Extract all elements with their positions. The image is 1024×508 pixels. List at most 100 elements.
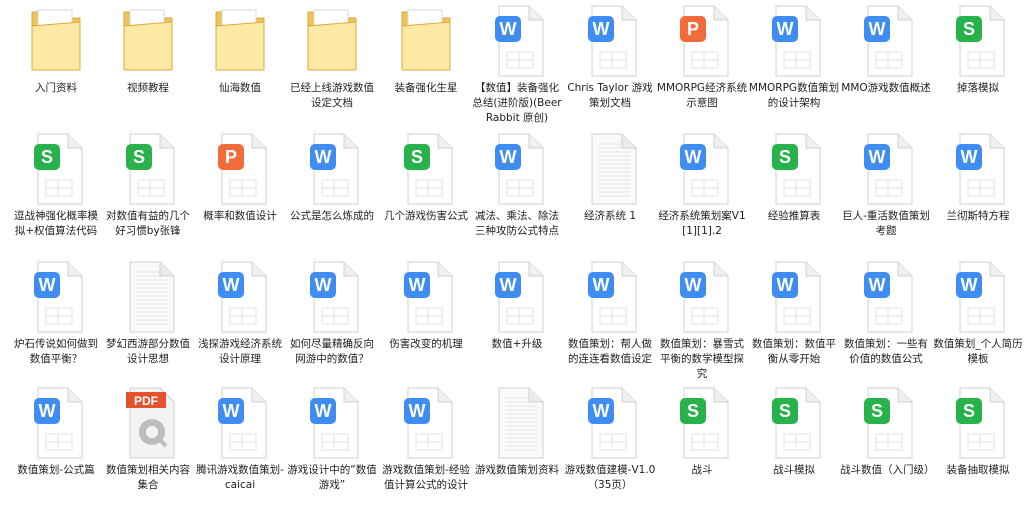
- file-item[interactable]: 入门资料: [10, 2, 102, 126]
- file-name: 公式是怎么炼成的: [290, 210, 374, 222]
- file-name: 炉石传说如何做到数值平衡？: [14, 338, 98, 365]
- file-item[interactable]: 装备强化生星: [380, 2, 472, 126]
- file-item[interactable]: 仙海数值: [194, 2, 286, 126]
- word-doc-icon: W: [392, 258, 460, 334]
- file-name: 逗战神强化概率模拟+权值算法代码: [14, 210, 98, 237]
- svg-text:W: W: [685, 275, 702, 295]
- spreadsheet-icon: S: [760, 130, 828, 206]
- file-name: 数值策划：数值平衡从零开始: [752, 338, 836, 365]
- word-doc-icon: W: [668, 130, 736, 206]
- word-doc-icon: W: [852, 130, 920, 206]
- file-name: 兰彻斯特方程: [946, 210, 1010, 222]
- file-item[interactable]: W 数值策划_个人简历模板: [932, 258, 1024, 382]
- file-name: Chris Taylor 游戏策划文档: [567, 82, 653, 109]
- word-doc-icon: W: [298, 258, 366, 334]
- file-item[interactable]: W 经济系统策划案V1[1][1].2: [656, 130, 748, 254]
- file-name: 数值策划_个人简历模板: [933, 338, 1023, 365]
- spreadsheet-icon: S: [760, 384, 828, 460]
- file-item[interactable]: W 数值策划：一些有价值的数值公式: [840, 258, 932, 382]
- file-item[interactable]: 游戏数值策划资料: [471, 384, 563, 508]
- file-item[interactable]: W 公式是怎么炼成的: [286, 130, 378, 254]
- svg-text:W: W: [777, 275, 794, 295]
- word-doc-icon: W: [206, 384, 274, 460]
- file-item[interactable]: W 炉石传说如何做到数值平衡？: [10, 258, 102, 382]
- file-name: 游戏数值策划-经验值计算公式的设计: [382, 464, 470, 491]
- word-doc-icon: W: [483, 258, 551, 334]
- svg-text:W: W: [961, 147, 978, 167]
- file-item[interactable]: S 战斗模拟: [748, 384, 840, 508]
- svg-text:W: W: [315, 401, 332, 421]
- file-item[interactable]: W 腾讯游戏数值策划-caicai: [194, 384, 286, 508]
- file-item[interactable]: W MMO游戏数值概述: [840, 2, 932, 126]
- file-item[interactable]: W 减法、乘法、除法三种攻防公式特点: [471, 130, 563, 254]
- file-item[interactable]: W 数值策划：数值平衡从零开始: [748, 258, 840, 382]
- file-name: 装备抽取模拟: [946, 464, 1010, 476]
- file-item[interactable]: W 数值+升级: [471, 258, 563, 382]
- word-doc-icon: W: [22, 258, 90, 334]
- file-item[interactable]: W 数值策划-公式篇: [10, 384, 102, 508]
- svg-text:W: W: [961, 275, 978, 295]
- file-name: 减法、乘法、除法三种攻防公式特点: [475, 210, 559, 237]
- file-item[interactable]: P MMORPG经济系统示意图: [656, 2, 748, 126]
- file-name: MMO游戏数值概述: [841, 82, 931, 94]
- svg-text:P: P: [687, 19, 699, 39]
- file-name: 数值策划：暴雪式平衡的数学模型探究: [660, 338, 744, 380]
- folder-icon: [392, 2, 460, 78]
- file-name: 装备强化生星: [394, 82, 458, 94]
- file-item[interactable]: PDF 数值策划相关内容集合: [102, 384, 194, 508]
- word-doc-icon: W: [852, 258, 920, 334]
- file-name: 战斗数值（入门级）: [840, 464, 932, 476]
- svg-text:W: W: [500, 19, 517, 39]
- file-name: 梦幻西游部分数值设计思想: [106, 338, 190, 365]
- file-item[interactable]: W Chris Taylor 游戏策划文档: [564, 2, 656, 126]
- file-name: 数值+升级: [491, 338, 543, 350]
- file-item[interactable]: 梦幻西游部分数值设计思想: [102, 258, 194, 382]
- svg-text:W: W: [315, 275, 332, 295]
- file-item[interactable]: W 巨人-重活数值策划考题: [840, 130, 932, 254]
- file-item[interactable]: W 伤害改变的机理: [380, 258, 472, 382]
- file-item[interactable]: W 数值策划：帮人做的连连看数值设定: [564, 258, 656, 382]
- spreadsheet-icon: S: [392, 130, 460, 206]
- file-item[interactable]: W 游戏数值建模-V1.0（35页）: [564, 384, 656, 508]
- file-item[interactable]: S 经验推算表: [748, 130, 840, 254]
- file-item[interactable]: S 对数值有益的几个好习惯by张锋: [102, 130, 194, 254]
- svg-text:S: S: [133, 147, 145, 167]
- file-item[interactable]: 已经上线游戏数值设定文档: [286, 2, 378, 126]
- file-item[interactable]: S 掉落模拟: [932, 2, 1024, 126]
- file-grid: 入门资料 视频教程 仙海数值 已经上线游戏数值设定文档 装备强化生星 W 【数值…: [0, 0, 1024, 508]
- file-name: 概率和数值设计: [203, 210, 277, 222]
- file-name: 对数值有益的几个好习惯by张锋: [106, 210, 190, 237]
- svg-text:W: W: [869, 19, 886, 39]
- svg-text:S: S: [41, 147, 53, 167]
- word-doc-icon: W: [392, 384, 460, 460]
- folder-icon: [22, 2, 90, 78]
- file-item[interactable]: W 【数值】装备强化总结(进阶版)(BeerRabbit 原创): [471, 2, 563, 126]
- spreadsheet-icon: S: [668, 384, 736, 460]
- file-item[interactable]: P 概率和数值设计: [194, 130, 286, 254]
- file-item[interactable]: S 战斗: [656, 384, 748, 508]
- file-item[interactable]: W 如何尽量精确反向网游中的数值？: [286, 258, 378, 382]
- file-item[interactable]: W MMORPG数值策划的设计架构: [748, 2, 840, 126]
- file-item[interactable]: W 数值策划：暴雪式平衡的数学模型探究: [656, 258, 748, 382]
- svg-text:W: W: [223, 401, 240, 421]
- file-item[interactable]: 视频教程: [102, 2, 194, 126]
- file-name: 经济系统 1: [583, 210, 637, 222]
- file-item[interactable]: 经济系统 1: [564, 130, 656, 254]
- file-item[interactable]: S 逗战神强化概率模拟+权值算法代码: [10, 130, 102, 254]
- svg-text:S: S: [963, 19, 975, 39]
- file-item[interactable]: W 游戏设计中的“数值游戏”: [286, 384, 378, 508]
- text-doc-icon: [576, 130, 644, 206]
- file-name: 视频教程: [127, 82, 169, 94]
- file-item[interactable]: W 兰彻斯特方程: [932, 130, 1024, 254]
- word-doc-icon: W: [22, 384, 90, 460]
- svg-text:W: W: [409, 401, 426, 421]
- file-name: 腾讯游戏数值策划-caicai: [196, 464, 284, 491]
- file-item[interactable]: S 战斗数值（入门级）: [840, 384, 932, 508]
- file-name: 数值策划相关内容集合: [106, 464, 190, 491]
- file-item[interactable]: S 几个游戏伤害公式: [380, 130, 472, 254]
- pdf-doc-icon: PDF: [114, 384, 182, 460]
- svg-text:W: W: [685, 147, 702, 167]
- file-item[interactable]: S 装备抽取模拟: [932, 384, 1024, 508]
- file-item[interactable]: W 游戏数值策划-经验值计算公式的设计: [380, 384, 472, 508]
- file-item[interactable]: W 浅探游戏经济系统设计原理: [194, 258, 286, 382]
